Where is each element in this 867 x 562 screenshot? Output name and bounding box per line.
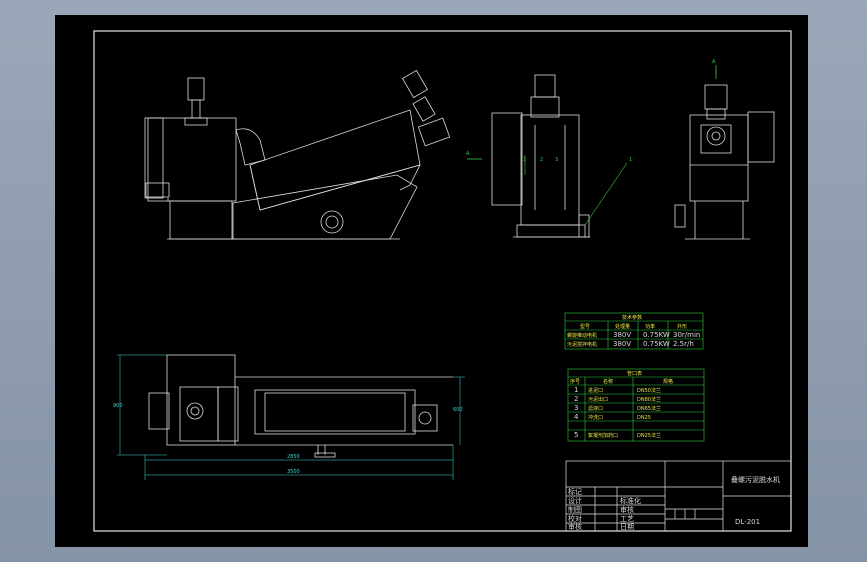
title-row-label: 校对	[568, 514, 582, 523]
specs-header-0: 型号	[580, 323, 590, 330]
specs-cell: 0.75KW	[643, 331, 670, 339]
parts-cell: DN50法兰	[637, 387, 661, 394]
specs-cell: 螺旋推动电机	[567, 332, 597, 339]
dimension-total: 3500	[287, 469, 300, 475]
dimension-body: 2850	[287, 454, 300, 460]
plan-view	[148, 354, 453, 458]
parts-cell: 冲洗口	[588, 414, 603, 421]
parts-cell: 5	[574, 431, 578, 439]
title-row-label: 审核	[568, 522, 582, 531]
section-label-a-top: A	[712, 59, 716, 65]
title-row-value: 日期	[620, 523, 634, 531]
title-row-value: 工艺	[620, 515, 634, 523]
parts-cell: 絮凝剂加药口	[588, 432, 618, 439]
parts-header-1: 名称	[603, 378, 613, 385]
specs-header-1: 处理量	[615, 323, 630, 330]
parts-cell: 滤液口	[588, 405, 603, 412]
label-3: 3	[555, 157, 558, 163]
specs-cell: 0.75KW	[643, 340, 670, 348]
end-view	[674, 84, 775, 240]
parts-cell: 进泥口	[588, 387, 603, 394]
specs-header-3: 外形	[677, 323, 687, 330]
title-row-label: 设计	[568, 496, 582, 505]
parts-cell: 2	[574, 395, 578, 403]
parts-table	[567, 368, 705, 442]
specs-cell: 污泥搅拌电机	[567, 341, 597, 348]
parts-cell: DN80法兰	[637, 396, 661, 403]
drawing-number: DL-201	[735, 518, 760, 526]
specs-cell: 2.5r/h	[673, 340, 694, 348]
drawing-title: 叠螺污泥脱水机	[731, 475, 780, 484]
callout-label: 1	[629, 157, 632, 163]
section-label-a: A	[466, 151, 470, 157]
side-view-labels: 1 2 3 1	[523, 155, 632, 226]
parts-cell: 污泥出口	[588, 396, 608, 403]
specs-table-title: 技术参数	[622, 314, 642, 321]
title-row-label: 制图	[568, 505, 582, 514]
parts-cell: 4	[574, 413, 579, 421]
title-row-label: 标记	[568, 487, 582, 496]
title-row-value: 审核	[620, 505, 634, 514]
cad-drawing: A 1 2 3 1 A 900 2850 3500 600 技术参数 型号 处理…	[93, 30, 792, 532]
drawing-sheet: A 1 2 3 1 A 900 2850 3500 600 技术参数 型号 处理…	[55, 15, 808, 547]
parts-cell: DN65法兰	[637, 405, 661, 412]
section-marker-a: A	[466, 151, 482, 160]
parts-cell: DN25	[637, 415, 651, 421]
parts-cell: DN25法兰	[637, 432, 661, 439]
parts-cell: 3	[574, 404, 578, 412]
parts-table-title: 管口表	[627, 370, 642, 377]
inner-border	[93, 30, 792, 532]
dimension-height: 900	[113, 403, 123, 409]
label-1: 1	[523, 157, 526, 163]
specs-cell: 30r/min	[673, 331, 700, 339]
front-view	[144, 69, 451, 240]
specs-cell: 380V	[613, 340, 631, 348]
parts-cell: 1	[574, 386, 578, 394]
dimension-width: 600	[453, 407, 463, 413]
parts-header-0: 序号	[570, 378, 580, 385]
parts-header-2: 规格	[663, 378, 673, 385]
label-2: 2	[540, 157, 543, 163]
specs-header-2: 功率	[645, 323, 655, 330]
side-view	[491, 74, 590, 238]
title-row-value: 标准化	[620, 496, 641, 505]
end-view-marker: A	[712, 59, 717, 79]
specs-cell: 380V	[613, 331, 631, 339]
